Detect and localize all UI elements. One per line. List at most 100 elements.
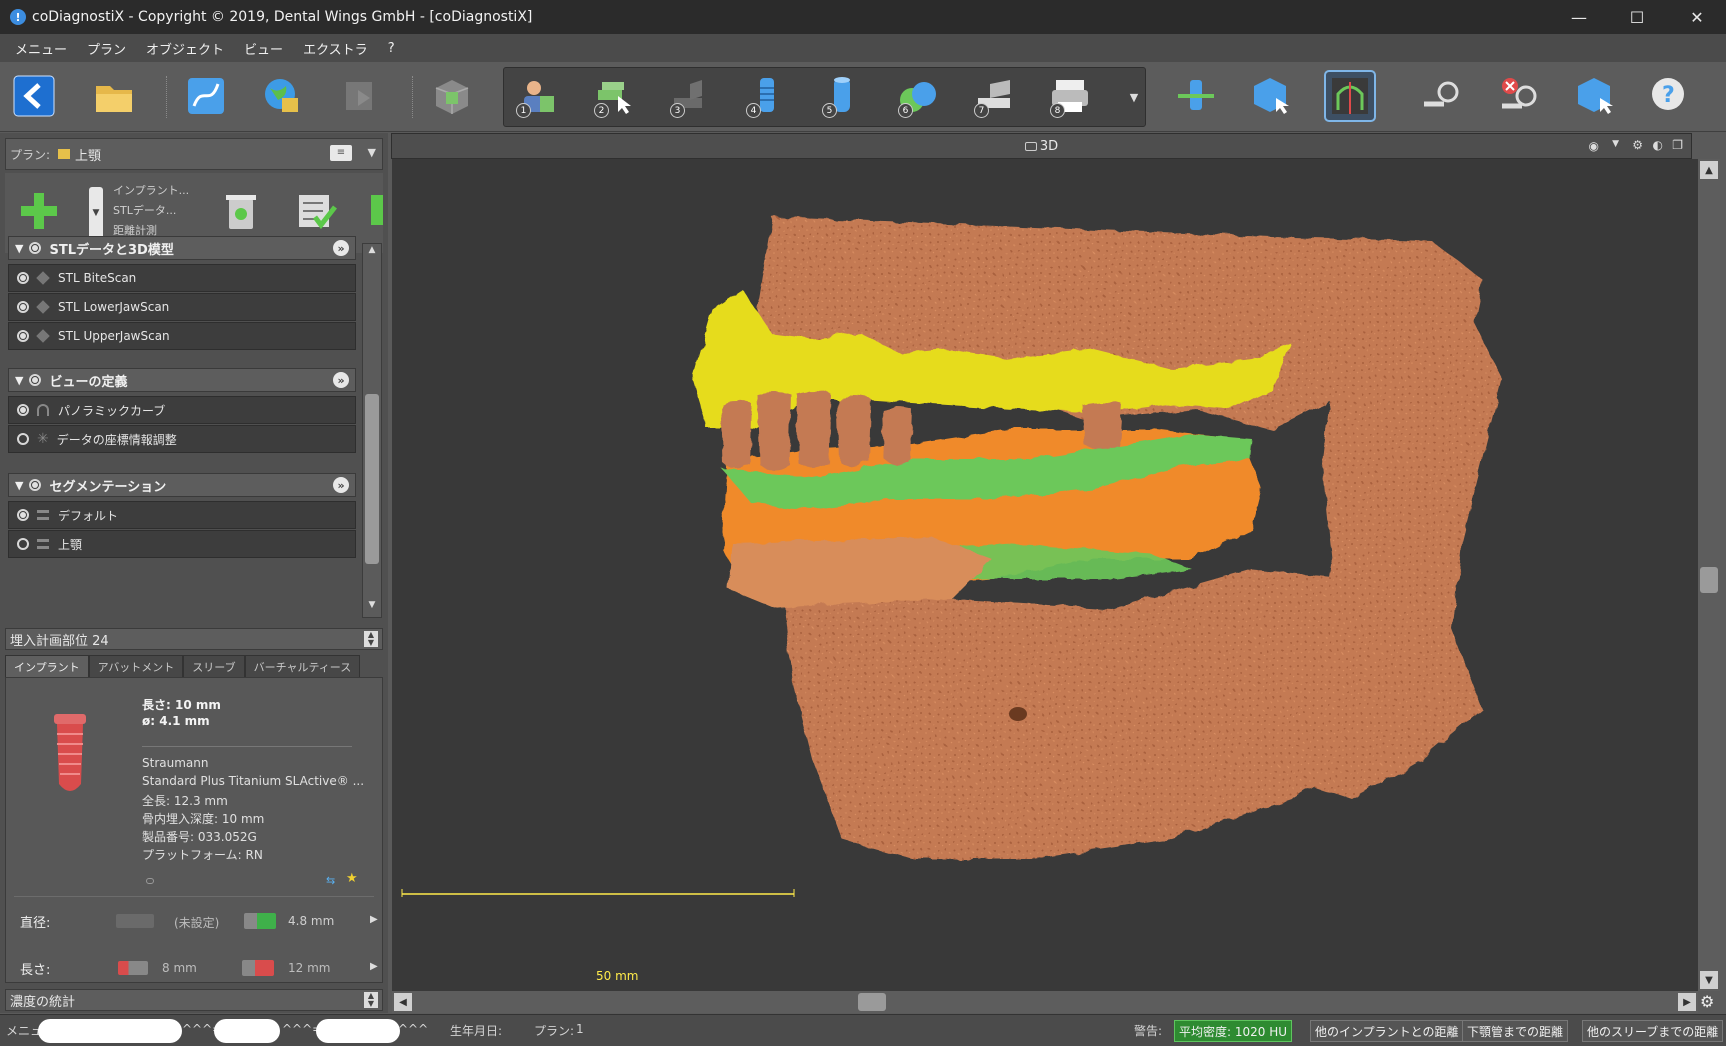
folder-open-icon[interactable] bbox=[90, 72, 138, 120]
tree-scrollbar[interactable]: ▲ ▼ bbox=[362, 243, 382, 618]
minimize-button[interactable]: — bbox=[1550, 0, 1608, 34]
view-settings-icon[interactable]: ⚙ bbox=[1632, 138, 1643, 152]
favorite-star-icon[interactable]: ★ bbox=[346, 871, 358, 886]
collapse-view-definition-icon[interactable]: » bbox=[333, 372, 349, 388]
wizard-step-3-icon[interactable]: 3 bbox=[666, 72, 714, 120]
group-header-stl[interactable]: ▼ STLデータと3D模型 » bbox=[8, 236, 356, 260]
wizard-more-dropdown[interactable]: ▼ bbox=[1124, 68, 1144, 126]
wizard-step-8-print-icon[interactable]: 8 bbox=[1046, 72, 1094, 120]
visibility-radio[interactable] bbox=[17, 433, 29, 445]
mean-density-button[interactable]: 平均密度: 1020 HU bbox=[1174, 1020, 1293, 1042]
wizard-step-7-guide-icon[interactable]: 7 bbox=[970, 72, 1018, 120]
3d-box-icon[interactable] bbox=[428, 72, 476, 120]
tab-virtual-teeth[interactable]: バーチャルティース bbox=[244, 655, 361, 677]
plan-dropdown-arrow[interactable]: ▼ bbox=[368, 146, 376, 159]
implant-distance-button[interactable]: 他のインプラントとの距離 bbox=[1310, 1020, 1464, 1042]
diameter-next-arrow[interactable]: ▶ bbox=[370, 914, 378, 925]
menu-view[interactable]: ビュー bbox=[237, 39, 296, 58]
scroll-down-arrow[interactable]: ▼ bbox=[364, 600, 380, 616]
viewport-scroll-down[interactable]: ▼ bbox=[1700, 971, 1718, 989]
length-next-arrow[interactable]: ▶ bbox=[370, 961, 378, 972]
visibility-radio[interactable] bbox=[17, 538, 29, 550]
maximize-button[interactable]: ☐ bbox=[1608, 0, 1666, 34]
add-menu-implant[interactable]: インプラント... bbox=[113, 181, 189, 201]
measure-distance-icon[interactable] bbox=[1418, 72, 1466, 120]
collapse-segmentation-icon[interactable]: » bbox=[333, 477, 349, 493]
wizard-step-6-teeth-icon[interactable]: 6 bbox=[894, 72, 942, 120]
swap-icon[interactable]: ⇆ bbox=[326, 874, 335, 887]
visibility-radio[interactable] bbox=[17, 330, 29, 342]
view-toggle-icon[interactable]: ◐ bbox=[1653, 138, 1663, 152]
view-options-dropdown[interactable]: ▼ bbox=[1612, 139, 1619, 149]
tree-item-panoramic-curve[interactable]: パノラミックカーブ bbox=[8, 396, 356, 424]
close-button[interactable]: ✕ bbox=[1668, 0, 1726, 34]
mandibular-canal-distance-button[interactable]: 下顎管までの距離 bbox=[1462, 1020, 1569, 1042]
tab-sleeve[interactable]: スリーブ bbox=[183, 655, 245, 677]
menu-object[interactable]: オブジェクト bbox=[139, 39, 237, 58]
diameter-min-value[interactable]: (未設定) bbox=[174, 914, 219, 931]
menu-menu[interactable]: メニュー bbox=[8, 39, 80, 58]
checklist-icon[interactable] bbox=[295, 189, 339, 233]
3d-jaw-model[interactable] bbox=[392, 159, 1698, 991]
tree-item-coordinate-adjust[interactable]: ✳ データの座標情報調整 bbox=[8, 425, 356, 453]
plan-name[interactable]: 上顎 bbox=[75, 145, 101, 164]
back-icon[interactable] bbox=[10, 72, 58, 120]
wizard-step-1-patient-icon[interactable]: 1 bbox=[512, 72, 560, 120]
view-cube-select-icon[interactable] bbox=[1248, 72, 1296, 120]
viewport-horizontal-scrollbar[interactable]: ◀ ▶ bbox=[392, 991, 1698, 1013]
density-section-bar[interactable]: 濃度の統計 ▲ ▼ bbox=[5, 989, 383, 1011]
length-max-value[interactable]: 12 mm bbox=[288, 961, 330, 975]
export-disabled-icon[interactable] bbox=[336, 72, 384, 120]
tree-item-maxilla-segmentation[interactable]: 上顎 bbox=[8, 530, 356, 558]
menu-plan[interactable]: プラン bbox=[80, 39, 139, 58]
scroll-up-arrow[interactable]: ▲ bbox=[364, 245, 380, 261]
group-header-view-definition[interactable]: ▼ ビューの定義 » bbox=[8, 368, 356, 392]
viewport-vscroll-thumb[interactable] bbox=[1700, 567, 1718, 593]
sleeve-distance-button[interactable]: 他のスリーブまでの距離 bbox=[1582, 1020, 1724, 1042]
globe-export-icon[interactable] bbox=[258, 72, 306, 120]
menu-extra[interactable]: エクストラ bbox=[296, 39, 381, 58]
viewport-scroll-up[interactable]: ▲ bbox=[1700, 161, 1718, 179]
viewport-scroll-right[interactable]: ▶ bbox=[1678, 993, 1696, 1011]
length-min-value[interactable]: 8 mm bbox=[162, 961, 197, 975]
visibility-radio[interactable] bbox=[17, 509, 29, 521]
tree-item-default-segmentation[interactable]: デフォルト bbox=[8, 501, 356, 529]
collapse-stl-icon[interactable]: » bbox=[333, 240, 349, 256]
maximize-view-icon[interactable]: ❐ bbox=[1672, 138, 1683, 152]
section-toggle-icon[interactable]: ▲ ▼ bbox=[364, 631, 378, 647]
tree-item-stl-bitescan[interactable]: STL BiteScan bbox=[8, 264, 356, 292]
visibility-radio[interactable] bbox=[17, 272, 29, 284]
wizard-step-4-implant-icon[interactable]: 4 bbox=[742, 72, 790, 120]
eye-visibility-icon[interactable]: ◉ bbox=[1589, 139, 1599, 153]
viewport-hscroll-thumb[interactable] bbox=[858, 993, 886, 1011]
panoramic-curve-view-icon[interactable] bbox=[1324, 70, 1376, 122]
next-step-icon[interactable] bbox=[371, 195, 383, 225]
delete-trash-icon[interactable] bbox=[221, 189, 261, 233]
wizard-step-2-data-icon[interactable]: 2 bbox=[590, 72, 638, 120]
tab-abutment[interactable]: アバットメント bbox=[88, 655, 184, 677]
add-menu-stl[interactable]: STLデータ... bbox=[113, 201, 189, 221]
3d-view-select-icon[interactable] bbox=[1572, 72, 1620, 120]
plan-list-icon[interactable]: ≡ bbox=[330, 145, 352, 161]
add-object-icon[interactable] bbox=[19, 191, 59, 231]
3d-viewport[interactable]: 50 mm bbox=[392, 159, 1698, 991]
group-header-segmentation[interactable]: ▼ セグメンテーション » bbox=[8, 473, 356, 497]
wizard-step-5-sleeve-icon[interactable]: 5 bbox=[818, 72, 866, 120]
menu-help[interactable]: ? bbox=[381, 41, 408, 56]
tree-item-stl-upperjawscan[interactable]: STL UpperJawScan bbox=[8, 322, 356, 350]
density-toggle-icon[interactable]: ▲ ▼ bbox=[364, 992, 378, 1008]
tree-item-stl-lowerjawscan[interactable]: STL LowerJawScan bbox=[8, 293, 356, 321]
remove-measurement-icon[interactable] bbox=[1496, 72, 1544, 120]
tab-implant[interactable]: インプラント bbox=[5, 655, 89, 677]
tree-scroll-thumb[interactable] bbox=[365, 394, 379, 564]
implant-section-bar[interactable]: 埋入計画部位 24 ▲ ▼ bbox=[5, 628, 383, 650]
curve-tool-icon[interactable] bbox=[182, 72, 230, 120]
viewport-settings-icon[interactable]: ⚙ bbox=[1700, 992, 1714, 1011]
visibility-radio[interactable] bbox=[17, 301, 29, 313]
viewport-scroll-left[interactable]: ◀ bbox=[394, 993, 412, 1011]
diameter-max-value[interactable]: 4.8 mm bbox=[288, 914, 334, 928]
add-dropdown-icon[interactable]: ▼ bbox=[89, 187, 103, 239]
visibility-radio[interactable] bbox=[17, 404, 29, 416]
help-icon[interactable]: ? bbox=[1644, 72, 1692, 120]
viewport-vertical-scrollbar[interactable]: ▲ ▼ bbox=[1698, 159, 1720, 991]
